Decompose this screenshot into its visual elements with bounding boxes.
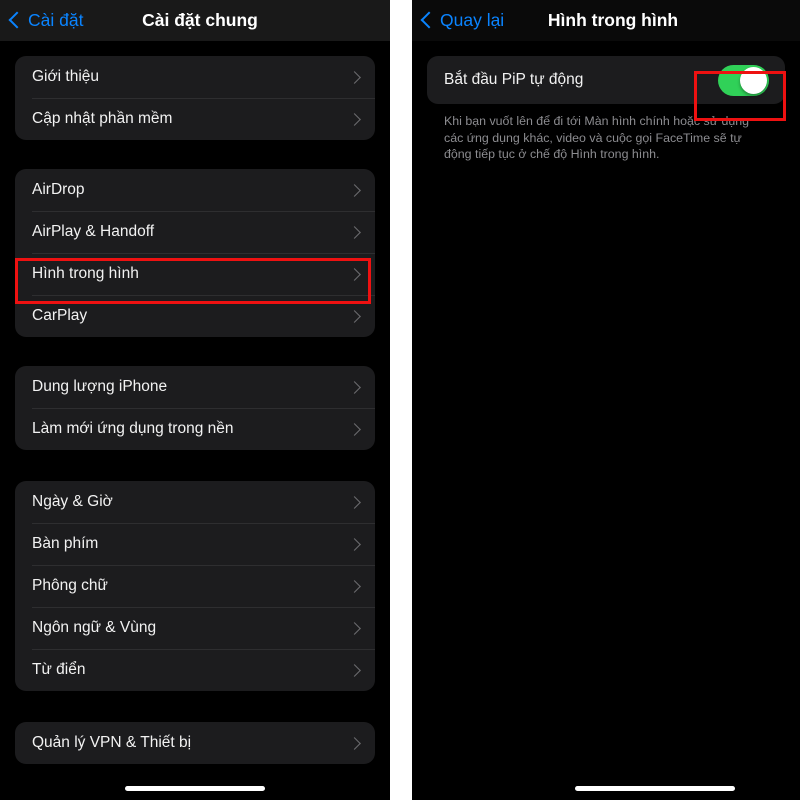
row-start-pip-automatically: Bắt đầu PiP tự động <box>427 56 785 104</box>
left-phone-panel: Cài đặt Cài đặt chung Giới thiệu Cập nhậ… <box>0 0 390 800</box>
row-label: AirPlay & Handoff <box>32 223 155 240</box>
row-label: CarPlay <box>32 307 88 324</box>
chevron-right-icon <box>348 225 361 239</box>
chevron-right-icon <box>348 112 361 126</box>
chevron-left-icon <box>8 11 26 29</box>
row-label: Phông chữ <box>32 577 108 594</box>
row-carplay[interactable]: CarPlay <box>15 295 375 337</box>
settings-group-storage: Dung lượng iPhone Làm mới ứng dụng trong… <box>15 366 375 450</box>
chevron-right-icon <box>348 736 361 750</box>
row-language-region[interactable]: Ngôn ngữ & Vùng <box>15 607 375 649</box>
chevron-right-icon <box>348 183 361 197</box>
screenshot-root: Cài đặt Cài đặt chung Giới thiệu Cập nhậ… <box>0 0 800 800</box>
right-navbar: Quay lại Hình trong hình <box>412 0 800 41</box>
row-dictionary[interactable]: Từ điển <box>15 649 375 691</box>
chevron-right-icon <box>348 663 361 677</box>
row-about[interactable]: Giới thiệu <box>15 56 375 98</box>
settings-group-about: Giới thiệu Cập nhật phần mềm <box>15 56 375 140</box>
chevron-left-icon <box>420 11 438 29</box>
chevron-right-icon <box>348 380 361 394</box>
row-label: Bàn phím <box>32 535 99 552</box>
row-fonts[interactable]: Phông chữ <box>15 565 375 607</box>
settings-group-localization: Ngày & Giờ Bàn phím Phông chữ Ngôn ngữ &… <box>15 481 375 691</box>
back-button-label: Cài đặt <box>28 10 84 30</box>
chevron-right-icon <box>348 495 361 509</box>
row-label: Quản lý VPN & Thiết bị <box>32 734 192 751</box>
toggle-knob <box>740 66 767 94</box>
row-background-app-refresh[interactable]: Làm mới ứng dụng trong nền <box>15 408 375 450</box>
home-indicator <box>125 786 265 791</box>
chevron-right-icon <box>348 621 361 635</box>
chevron-right-icon <box>348 537 361 551</box>
row-iphone-storage[interactable]: Dung lượng iPhone <box>15 366 375 408</box>
row-label: Dung lượng iPhone <box>32 378 168 395</box>
settings-group-connectivity: AirDrop AirPlay & Handoff Hình trong hìn… <box>15 169 375 337</box>
row-label: Ngày & Giờ <box>32 493 113 510</box>
row-label: Ngôn ngữ & Vùng <box>32 619 157 636</box>
chevron-right-icon <box>348 309 361 323</box>
chevron-right-icon <box>348 70 361 84</box>
right-settings-list: Bắt đầu PiP tự động Khi bạn vuốt lên để … <box>412 41 800 163</box>
row-label: Từ điển <box>32 661 86 678</box>
right-phone-panel: Quay lại Hình trong hình Bắt đầu PiP tự … <box>412 0 800 800</box>
row-label: Làm mới ứng dụng trong nền <box>32 420 234 437</box>
left-navbar: Cài đặt Cài đặt chung <box>0 0 390 41</box>
row-label: Bắt đầu PiP tự động <box>444 71 584 88</box>
auto-pip-toggle[interactable] <box>718 64 769 96</box>
row-label: Cập nhật phần mềm <box>32 110 173 127</box>
row-label: Hình trong hình <box>32 265 139 282</box>
row-picture-in-picture[interactable]: Hình trong hình <box>15 253 375 295</box>
chevron-right-icon <box>348 579 361 593</box>
home-indicator <box>575 786 735 791</box>
row-airplay-handoff[interactable]: AirPlay & Handoff <box>15 211 375 253</box>
left-settings-list: Giới thiệu Cập nhật phần mềm AirDrop Air… <box>0 41 390 764</box>
row-keyboard[interactable]: Bàn phím <box>15 523 375 565</box>
auto-pip-description: Khi bạn vuốt lên để đi tới Màn hình chín… <box>444 114 750 161</box>
row-label: Giới thiệu <box>32 68 100 85</box>
settings-group-auto-pip: Bắt đầu PiP tự động <box>427 56 785 104</box>
back-button-previous[interactable]: Quay lại <box>420 10 505 31</box>
row-software-update[interactable]: Cập nhật phần mềm <box>15 98 375 140</box>
back-button-settings[interactable]: Cài đặt <box>8 10 84 31</box>
settings-group-vpn-device-management: Quản lý VPN & Thiết bị <box>15 722 375 764</box>
chevron-right-icon <box>348 267 361 281</box>
row-date-time[interactable]: Ngày & Giờ <box>15 481 375 523</box>
back-button-label: Quay lại <box>440 10 505 30</box>
row-airdrop[interactable]: AirDrop <box>15 169 375 211</box>
row-label: AirDrop <box>32 181 85 198</box>
row-vpn-device-management[interactable]: Quản lý VPN & Thiết bị <box>15 722 375 764</box>
chevron-right-icon <box>348 422 361 436</box>
